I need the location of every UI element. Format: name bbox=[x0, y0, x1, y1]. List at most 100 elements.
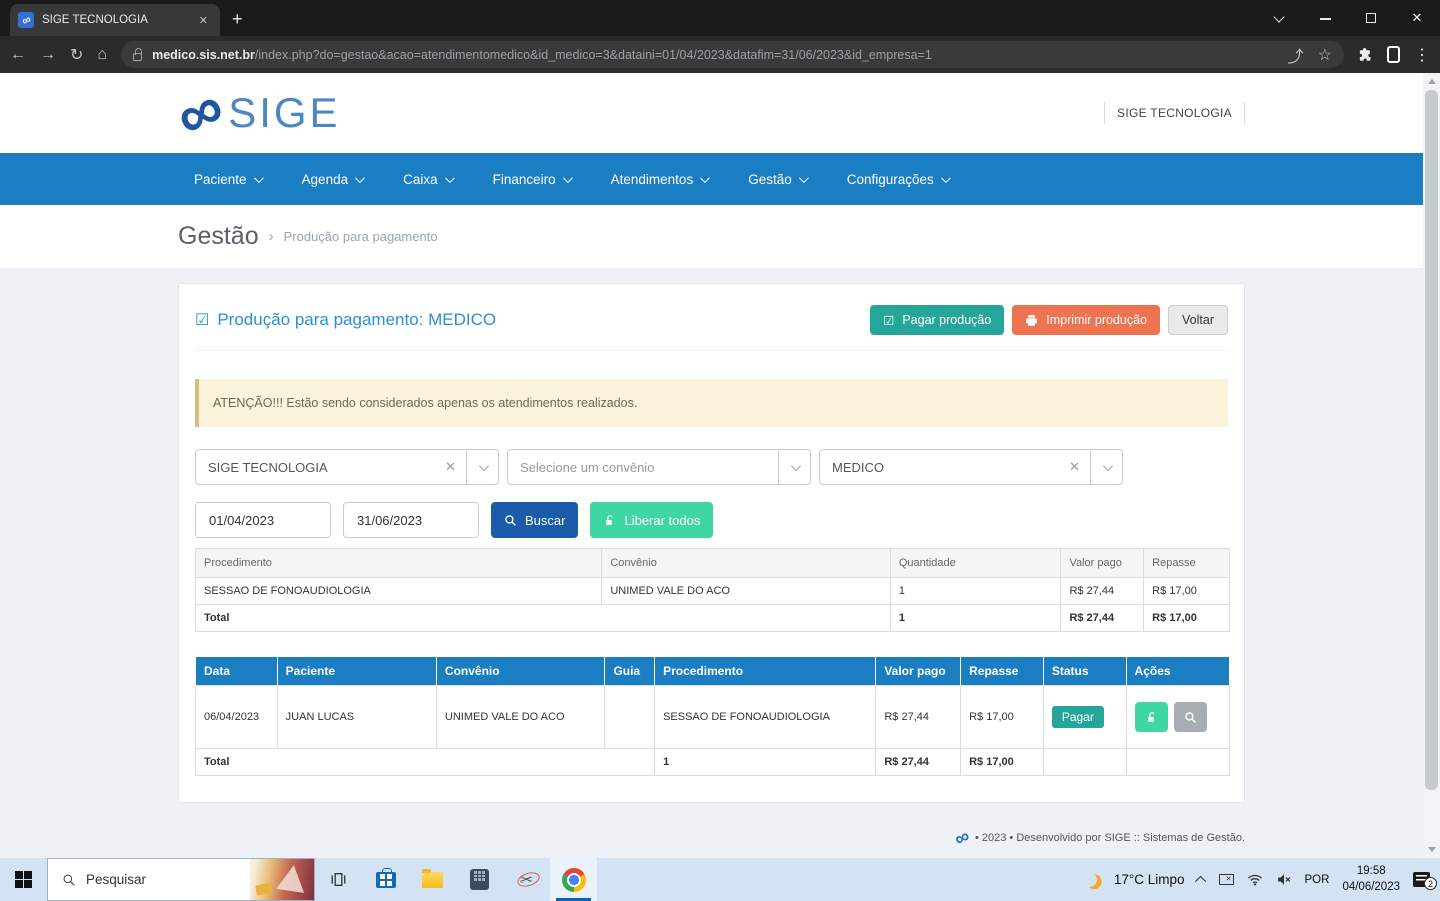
reload-icon[interactable]: ↻ bbox=[70, 45, 83, 65]
checkbox-icon: ☑ bbox=[883, 313, 894, 328]
scrollbar-down-icon[interactable] bbox=[1423, 841, 1440, 858]
chevron-down-icon bbox=[254, 173, 264, 183]
breadcrumb-page: Produção para pagamento bbox=[284, 229, 438, 244]
tab-close-icon[interactable]: ✕ bbox=[195, 12, 212, 29]
production-panel: ☑ Produção para pagamento: MEDICO ☑ Paga… bbox=[178, 283, 1245, 803]
summary-table: Procedimento Convênio Quantidade Valor p… bbox=[195, 548, 1230, 632]
search-icon bbox=[62, 873, 76, 887]
browser-menu-icon[interactable]: ⋮ bbox=[1414, 45, 1430, 65]
release-all-button[interactable]: Liberar todos bbox=[590, 502, 713, 538]
printer-icon bbox=[1025, 314, 1038, 327]
release-row-button[interactable] bbox=[1135, 702, 1168, 732]
nav-item-agenda[interactable]: Agenda bbox=[302, 172, 363, 187]
scrollbar-thumb[interactable] bbox=[1425, 90, 1438, 790]
calculator-button[interactable] bbox=[456, 858, 503, 901]
nav-item-atendimentos[interactable]: Atendimentos bbox=[611, 172, 708, 187]
nav-item-financeiro[interactable]: Financeiro bbox=[493, 172, 570, 187]
detail-row: 06/04/2023 JUAN LUCAS UNIMED VALE DO ACO… bbox=[196, 686, 1230, 749]
wifi-icon[interactable] bbox=[1247, 873, 1263, 886]
detail-total-row: Total 1 R$ 27,44 R$ 17,00 bbox=[196, 749, 1230, 776]
pay-production-button[interactable]: ☑ Pagar produção bbox=[870, 305, 1004, 335]
chrome-button[interactable] bbox=[550, 858, 597, 901]
bookmark-star-icon[interactable]: ☆ bbox=[1318, 45, 1332, 65]
browser-tab[interactable]: ∞ SIGE TECNOLOGIA ✕ bbox=[10, 4, 220, 36]
chevron-down-icon bbox=[941, 173, 951, 183]
print-production-button[interactable]: Imprimir produção bbox=[1012, 305, 1160, 335]
search-placeholder: Pesquisar bbox=[86, 872, 250, 887]
search-icon bbox=[1184, 711, 1197, 724]
panel-title: ☑ Produção para pagamento: MEDICO bbox=[195, 310, 496, 330]
clear-selection-icon[interactable]: ✕ bbox=[435, 459, 466, 475]
snipping-tool-button[interactable]: ✂ bbox=[503, 858, 550, 901]
language-indicator[interactable]: POR bbox=[1305, 874, 1330, 886]
start-button[interactable] bbox=[0, 858, 47, 901]
unlock-icon bbox=[603, 514, 616, 527]
select-dropdown-icon[interactable] bbox=[778, 450, 810, 484]
professional-select[interactable]: MEDICO ✕ bbox=[819, 449, 1123, 485]
calculator-icon bbox=[470, 869, 489, 890]
nav-item-configuracoes[interactable]: Configurações bbox=[847, 172, 948, 187]
view-row-button[interactable] bbox=[1174, 702, 1207, 732]
back-icon[interactable]: ← bbox=[10, 46, 26, 64]
new-tab-button[interactable]: + bbox=[232, 9, 243, 36]
notification-badge: 2 bbox=[1424, 877, 1437, 890]
address-bar[interactable]: medico.sis.net.br/index.php?do=gestao&ac… bbox=[121, 41, 1344, 68]
sige-logo-text: SIGE bbox=[228, 89, 340, 137]
scrollbar-up-icon[interactable] bbox=[1423, 73, 1440, 90]
extensions-puzzle-icon[interactable] bbox=[1358, 47, 1373, 62]
weather-moon-icon[interactable] bbox=[1080, 871, 1098, 889]
detail-table: Data Paciente Convênio Guia Procedimento… bbox=[195, 656, 1230, 776]
status-badge[interactable]: Pagar bbox=[1052, 706, 1104, 728]
url-domain: medico.sis.net.br bbox=[152, 48, 255, 62]
chevron-down-icon bbox=[563, 173, 573, 183]
microsoft-store-button[interactable] bbox=[362, 858, 409, 901]
sige-footer-logo-icon: ∞ bbox=[951, 826, 972, 850]
nav-item-gestao[interactable]: Gestão bbox=[748, 172, 806, 187]
breadcrumb-separator: › bbox=[269, 228, 274, 245]
page-footer: ∞ • 2023 • Desenvolvido por SIGE :: Sist… bbox=[0, 820, 1423, 858]
home-icon[interactable]: ⌂ bbox=[97, 46, 107, 64]
scissors-icon: ✂ bbox=[520, 870, 533, 890]
company-select[interactable]: SIGE TECNOLOGIA ✕ bbox=[195, 449, 499, 485]
lock-icon bbox=[133, 53, 142, 61]
clear-selection-icon[interactable]: ✕ bbox=[1059, 459, 1090, 475]
search-promo-image[interactable] bbox=[250, 859, 314, 900]
sige-favicon-icon: ∞ bbox=[18, 12, 34, 28]
taskbar-clock[interactable]: 19:58 04/06/2023 bbox=[1342, 864, 1400, 895]
summary-row: SESSAO DE FONOAUDIOLOGIA UNIMED VALE DO … bbox=[196, 578, 1230, 605]
window-close-button[interactable]: ✕ bbox=[1394, 10, 1440, 26]
task-view-button[interactable] bbox=[315, 858, 362, 901]
browser-tab-bar: ∞ SIGE TECNOLOGIA ✕ + ✕ bbox=[0, 0, 1440, 36]
site-header: ∞ SIGE SIGE TECNOLOGIA bbox=[0, 73, 1423, 153]
nav-item-paciente[interactable]: Paciente bbox=[194, 172, 261, 187]
account-name[interactable]: SIGE TECNOLOGIA bbox=[1117, 106, 1232, 120]
sige-logo[interactable]: ∞ SIGE bbox=[178, 88, 341, 138]
window-restore-button[interactable] bbox=[1348, 11, 1394, 26]
hidden-icons-chevron[interactable] bbox=[1194, 875, 1205, 886]
folder-icon bbox=[422, 872, 443, 888]
touch-keyboard-icon[interactable]: ✕ bbox=[1219, 874, 1234, 885]
weather-text[interactable]: 17°C Limpo bbox=[1114, 872, 1185, 887]
select-dropdown-icon[interactable] bbox=[1090, 450, 1122, 484]
url-text[interactable]: medico.sis.net.br/index.php?do=gestao&ac… bbox=[152, 48, 1278, 62]
search-button[interactable]: Buscar bbox=[491, 502, 578, 538]
page-scrollbar[interactable] bbox=[1423, 73, 1440, 858]
forward-icon[interactable]: → bbox=[40, 46, 56, 64]
back-button[interactable]: Voltar bbox=[1168, 305, 1228, 335]
window-minimize-button[interactable] bbox=[1302, 11, 1348, 26]
window-menu-icon[interactable] bbox=[1256, 11, 1302, 26]
volume-muted-icon[interactable] bbox=[1276, 873, 1292, 886]
windows-logo-icon bbox=[15, 871, 33, 889]
unlock-icon bbox=[1145, 711, 1158, 724]
taskbar-search-input[interactable]: Pesquisar bbox=[47, 858, 315, 901]
date-end-input[interactable] bbox=[343, 502, 479, 538]
nav-item-caixa[interactable]: Caixa bbox=[403, 172, 452, 187]
date-start-input[interactable] bbox=[195, 502, 331, 538]
page-viewport: ∞ SIGE SIGE TECNOLOGIA Paciente Agenda C… bbox=[0, 73, 1440, 858]
share-icon[interactable]: ⤴ bbox=[1288, 43, 1304, 67]
profile-icon[interactable] bbox=[1387, 46, 1400, 63]
file-explorer-button[interactable] bbox=[409, 858, 456, 901]
select-dropdown-icon[interactable] bbox=[466, 450, 498, 484]
notification-center-icon[interactable]: 2 bbox=[1413, 872, 1430, 887]
convenio-select[interactable]: Selecione um convênio bbox=[507, 449, 811, 485]
